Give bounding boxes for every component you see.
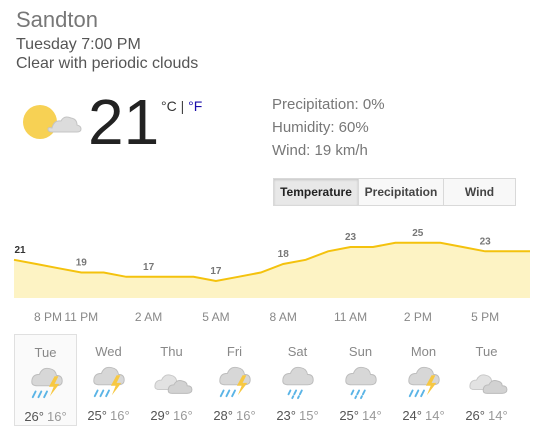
tab-wind[interactable]: Wind: [443, 179, 515, 205]
temperature-chart: 21 19 17 17 18 23 25 23 8 PM 11 PM 2 AM 5 AM 8 AM 11 …: [13, 228, 530, 322]
low-temp: 16°: [236, 408, 256, 423]
hour-label: 2 PM: [404, 310, 432, 322]
day-name: Tue: [34, 345, 57, 360]
current-temperature: 21: [88, 86, 160, 158]
day-temps: 26° 16°: [15, 409, 76, 424]
day-name: Mon: [410, 344, 437, 359]
low-temp: 16°: [47, 409, 67, 424]
day-temps: 26° 14°: [455, 408, 518, 423]
rain-icon: [345, 366, 377, 400]
day-name: Fri: [226, 344, 243, 359]
day-temps: 23° 15°: [266, 408, 329, 423]
day-name: Tue: [475, 344, 498, 359]
low-temp: 16°: [173, 408, 193, 423]
day-forecast-4[interactable]: Sat 23° 15°: [266, 334, 329, 426]
unit-toggle: °C | °F: [161, 98, 202, 114]
day-forecast-1[interactable]: Wed 25° 16°: [77, 334, 140, 426]
high-temp: 25°: [339, 408, 359, 423]
temperature-label: 25: [412, 228, 424, 239]
low-temp: 16°: [110, 408, 130, 423]
temperature-label: 18: [278, 249, 290, 260]
day-forecast-0[interactable]: Tue 26° 16°: [14, 334, 77, 426]
day-name: Sat: [287, 344, 308, 359]
high-temp: 24°: [402, 408, 422, 423]
day-forecast-6[interactable]: Mon 24° 14°: [392, 334, 455, 426]
high-temp: 29°: [150, 408, 170, 423]
tab-precipitation[interactable]: Precipitation: [358, 179, 443, 205]
low-temp: 14°: [488, 408, 508, 423]
day-temps: 25° 14°: [329, 408, 392, 423]
celsius-unit[interactable]: °C: [161, 98, 177, 114]
temperature-label: 19: [76, 258, 88, 269]
day-temps: 29° 16°: [140, 408, 203, 423]
hour-label: 8 PM: [34, 310, 62, 322]
day-forecast-3[interactable]: Fri 28° 16°: [203, 334, 266, 426]
weather-condition: Clear with periodic clouds: [16, 55, 199, 72]
temperature-label: 23: [345, 232, 357, 243]
temperature-label: 21: [14, 245, 26, 256]
low-temp: 14°: [425, 408, 445, 423]
location-title: Sandton: [16, 7, 98, 32]
wind-stat: Wind: 19 km/h: [272, 142, 368, 159]
precipitation-stat: Precipitation: 0%: [272, 96, 385, 113]
high-temp: 23°: [276, 408, 296, 423]
temperature-label: 17: [210, 266, 222, 277]
low-temp: 14°: [362, 408, 382, 423]
temperature-area: [14, 242, 530, 298]
cloudy-icon: [469, 374, 508, 394]
low-temp: 15°: [299, 408, 319, 423]
partly-cloudy-icon: [23, 105, 82, 139]
date-time: Tuesday 7:00 PM: [16, 36, 141, 53]
thunderstorm-icon: [219, 366, 251, 398]
chart-tabs: Temperature Precipitation Wind: [273, 178, 516, 206]
daily-forecast: Tue 26° 16° Wed 25° 16° Thu 29° 16° Fri 28° 16° Sat 2…: [14, 334, 518, 426]
high-temp: 28°: [213, 408, 233, 423]
temperature-label: 23: [480, 236, 492, 247]
day-name: Sun: [348, 344, 373, 359]
hour-label: 2 AM: [135, 310, 162, 322]
unit-separator: |: [176, 98, 189, 114]
day-temps: 28° 16°: [203, 408, 266, 423]
day-name: Wed: [95, 344, 122, 359]
hour-label: 11 PM: [64, 310, 98, 322]
humidity-stat: Humidity: 60%: [272, 119, 369, 136]
hour-label: 5 PM: [471, 310, 499, 322]
day-forecast-5[interactable]: Sun 25° 14°: [329, 334, 392, 426]
day-temps: 24° 14°: [392, 408, 455, 423]
thunderstorm-icon: [31, 367, 63, 399]
cloudy-icon: [154, 374, 193, 394]
high-temp: 25°: [87, 408, 107, 423]
day-name: Thu: [160, 344, 183, 359]
high-temp: 26°: [465, 408, 485, 423]
day-forecast-2[interactable]: Thu 29° 16°: [140, 334, 203, 426]
tab-temperature[interactable]: Temperature: [274, 179, 358, 205]
hour-label: 5 AM: [202, 310, 229, 322]
thunderstorm-icon: [408, 366, 440, 398]
hour-label: 8 AM: [270, 310, 297, 322]
high-temp: 26°: [24, 409, 44, 424]
hour-label: 11 AM: [334, 310, 367, 322]
day-temps: 25° 16°: [77, 408, 140, 423]
thunderstorm-icon: [93, 366, 125, 398]
rain-icon: [282, 366, 314, 400]
temperature-label: 17: [143, 262, 155, 273]
fahrenheit-unit[interactable]: °F: [188, 98, 202, 114]
day-forecast-7[interactable]: Tue 26° 14°: [455, 334, 518, 426]
